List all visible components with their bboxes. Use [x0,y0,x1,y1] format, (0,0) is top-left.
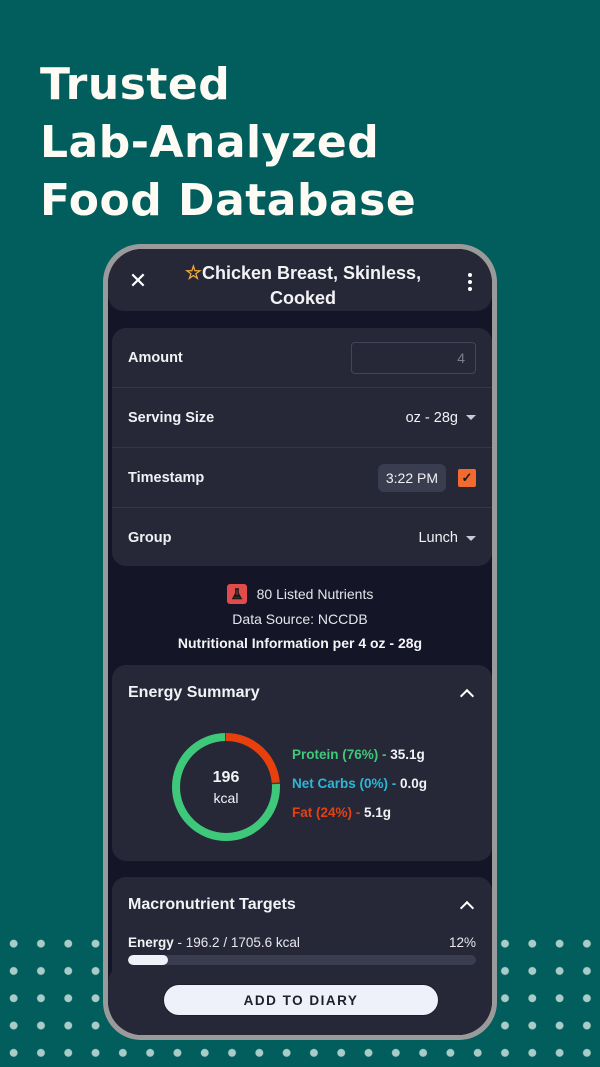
energy-progress-fill [128,955,169,965]
amount-label: Amount [128,349,183,366]
star-outline-icon[interactable]: ☆ [185,263,202,284]
close-icon[interactable]: ✕ [128,270,148,292]
energy-target-row: Energy - 196.2 / 1705.6 kcal 12% [128,935,476,950]
legend-carbs-label: Net Carbs (0%) [292,776,389,791]
timestamp-checkbox[interactable]: ✓ [458,468,476,487]
serving-size-row: Serving Size oz - 28g [112,388,492,448]
flask-icon [226,584,247,604]
chevron-up-icon[interactable] [459,900,475,915]
legend-fat-value: 5.1g [364,805,392,820]
legend-protein-label: Protein (76%) [292,747,379,762]
check-icon: ✓ [461,469,473,485]
legend-fat: Fat (24%) - 5.1g [292,805,392,820]
group-select[interactable]: Lunch [418,530,476,546]
legend-fat-label: Fat (24%) [292,805,353,820]
energy-donut: 196 kcal [170,731,282,843]
macro-targets-header[interactable]: Macronutrient Targets [112,877,492,933]
legend-carbs: Net Carbs (0%) - 0.0g [292,776,428,791]
energy-target-label: Energy [128,935,174,950]
amount-input[interactable] [351,341,476,374]
serving-size-value: oz - 28g [405,409,458,426]
macro-legend: Protein (76%) - 35.1g Net Carbs (0%) - 0… [292,747,427,834]
headline-line-3: Food Database [40,175,417,226]
group-value: Lunch [418,530,458,546]
headline: Trusted Lab-Analyzed Food Database [40,56,416,230]
legend-protein: Protein (76%) - 35.1g [292,747,425,762]
kcal-unit: kcal [213,789,239,806]
energy-target-percent: 12% [448,935,476,950]
bottom-action-bar: ADD TO DIARY [108,966,492,1035]
caret-down-icon [466,415,476,420]
energy-progress-bar [128,955,476,965]
entry-form: Amount Serving Size oz - 28g Timestamp 3… [112,328,492,566]
food-title: ☆Chicken Breast, Skinless, Cooked [163,261,443,310]
data-source: Data Source: NCCDB [232,611,368,627]
add-to-diary-button[interactable]: ADD TO DIARY [163,984,439,1016]
donut-center: 196 kcal [170,731,282,843]
chevron-up-icon[interactable] [459,688,475,703]
legend-protein-value: 35.1g [390,747,425,762]
kcal-value: 196 [212,768,240,786]
food-title-text: Chicken Breast, Skinless, Cooked [201,263,422,308]
time-picker[interactable]: 3:22 PM [377,463,446,492]
more-vertical-icon[interactable] [466,273,474,293]
nutrition-info: 80 Listed Nutrients Data Source: NCCDB N… [108,583,492,651]
macro-targets-title: Macronutrient Targets [128,896,296,913]
group-row: Group Lunch [112,508,492,568]
energy-summary-title: Energy Summary [128,684,260,701]
headline-line-2: Lab-Analyzed [40,117,380,168]
energy-summary-card: Energy Summary 196 kcal Protein (76%) - … [112,665,492,861]
timestamp-controls: 3:22 PM ✓ [377,463,476,492]
phone-screen: ✕ ☆Chicken Breast, Skinless, Cooked Amou… [108,249,492,1035]
headline-line-1: Trusted [40,59,231,110]
legend-carbs-value: 0.0g [400,776,428,791]
serving-size-select[interactable]: oz - 28g [406,410,476,426]
amount-row: Amount [112,328,492,388]
phone-frame: ✕ ☆Chicken Breast, Skinless, Cooked Amou… [103,244,497,1040]
timestamp-row: Timestamp 3:22 PM ✓ [112,448,492,508]
timestamp-label: Timestamp [128,469,205,486]
energy-summary-header[interactable]: Energy Summary [112,665,492,721]
nutrients-count-row[interactable]: 80 Listed Nutrients [108,583,492,605]
group-label: Group [128,530,172,546]
energy-target-value: 196.2 / 1705.6 kcal [185,935,300,950]
nutrients-count: 80 Listed Nutrients [256,586,374,602]
top-bar: ✕ ☆Chicken Breast, Skinless, Cooked [108,249,492,311]
caret-down-icon [466,535,476,541]
serving-size-label: Serving Size [128,409,215,426]
serving-info: Nutritional Information per 4 oz - 28g [177,635,423,651]
